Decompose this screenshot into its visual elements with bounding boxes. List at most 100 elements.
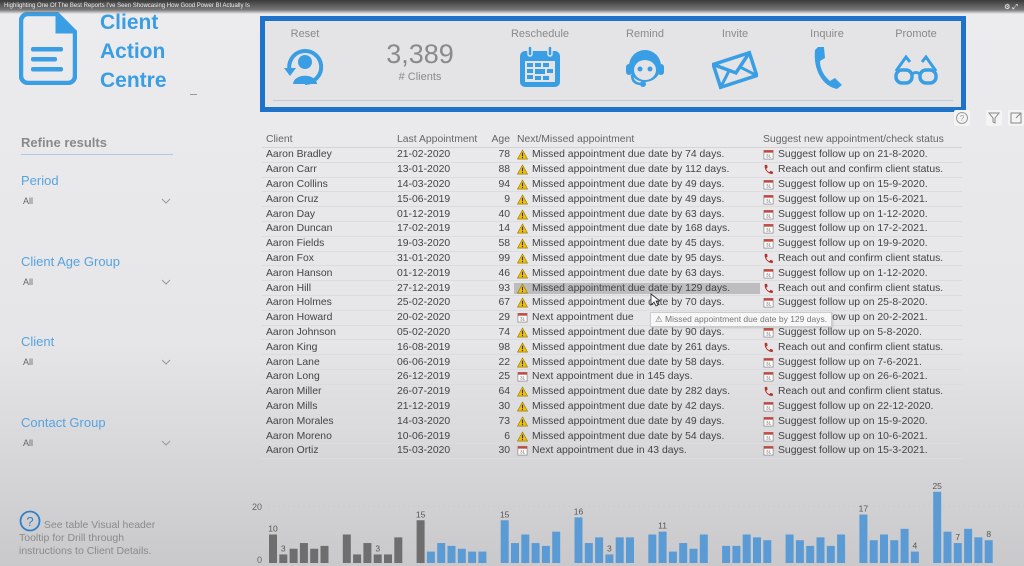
- cell-client[interactable]: Aaron Johnson: [262, 327, 395, 338]
- table-row[interactable]: Aaron Long 26-12-2019 25 31 Next appointment…: [262, 370, 962, 385]
- bar[interactable]: [279, 554, 288, 563]
- table-row[interactable]: Aaron Miller 26-07-2019 64 Missed appointme…: [262, 385, 962, 400]
- cell-client[interactable]: Aaron Bradley: [262, 149, 395, 160]
- cell-client[interactable]: Aaron Cruz: [262, 194, 395, 205]
- bar[interactable]: [826, 545, 835, 563]
- cell-suggest[interactable]: 31 Suggest follow up on 22-12-2020.: [760, 401, 960, 412]
- cell-client[interactable]: Aaron Fields: [262, 238, 395, 249]
- bar[interactable]: [269, 534, 277, 564]
- remind-button[interactable]: Remind: [605, 28, 685, 90]
- bar[interactable]: [668, 551, 677, 563]
- bar[interactable]: [363, 543, 372, 563]
- bar[interactable]: [974, 537, 983, 563]
- bar[interactable]: [615, 537, 624, 563]
- inquire-button[interactable]: Inquire: [787, 28, 867, 90]
- column-header-age[interactable]: Age: [477, 134, 514, 145]
- cell-suggest[interactable]: Reach out and confirm client status.: [760, 253, 960, 264]
- bar[interactable]: [933, 491, 942, 563]
- help-icon[interactable]: ?: [954, 110, 970, 126]
- bar[interactable]: [648, 534, 657, 564]
- bar[interactable]: [806, 545, 815, 563]
- cell-next-missed[interactable]: Missed appointment due date by 168 days.: [514, 223, 760, 234]
- cell-suggest[interactable]: Reach out and confirm client status.: [760, 342, 960, 353]
- cell-client[interactable]: Aaron Holmes: [262, 297, 395, 308]
- cell-client[interactable]: Aaron Hanson: [262, 268, 395, 279]
- cell-next-missed[interactable]: Missed appointment due date by 129 days.: [514, 282, 760, 294]
- cell-client[interactable]: Aaron Lane: [262, 357, 395, 368]
- table-row[interactable]: Aaron Lane 06-06-2019 22 Missed appointment…: [262, 355, 962, 370]
- cell-suggest[interactable]: 31 Suggest follow up on 15-9-2020.: [760, 179, 960, 190]
- cell-suggest[interactable]: Reach out and confirm client status.: [760, 386, 960, 397]
- bar[interactable]: [500, 520, 509, 563]
- bar[interactable]: [816, 537, 825, 563]
- cell-suggest[interactable]: 31 Suggest follow up on 15-9-2020.: [760, 416, 960, 427]
- cell-client[interactable]: Aaron Miller: [262, 386, 395, 397]
- client-dropdown[interactable]: All: [21, 357, 171, 367]
- bar[interactable]: [910, 551, 919, 563]
- cell-next-missed[interactable]: Missed appointment due date by 63 days.: [514, 268, 760, 279]
- bar[interactable]: [753, 537, 761, 563]
- bar[interactable]: [658, 531, 667, 563]
- bar[interactable]: [541, 545, 550, 563]
- cell-client[interactable]: Aaron Day: [262, 209, 395, 220]
- bar[interactable]: [880, 534, 888, 564]
- cell-client[interactable]: Aaron Ortiz: [262, 445, 395, 456]
- table-row[interactable]: Aaron Johnson 05-02-2020 74 Missed appointm…: [262, 326, 962, 341]
- bar[interactable]: [457, 548, 466, 563]
- bar[interactable]: [732, 545, 741, 563]
- bar[interactable]: [353, 554, 362, 563]
- column-header-suggest[interactable]: Suggest new appointment/check status: [760, 134, 960, 145]
- cell-next-missed[interactable]: Missed appointment due date by 95 days.: [514, 253, 760, 264]
- cell-next-missed[interactable]: Missed appointment due date by 42 days.: [514, 401, 760, 412]
- cell-next-missed[interactable]: Missed appointment due date by 49 days.: [514, 179, 760, 190]
- bar[interactable]: [595, 537, 604, 563]
- bar[interactable]: [859, 514, 868, 563]
- bar[interactable]: [447, 545, 456, 563]
- cell-client[interactable]: Aaron Moreno: [262, 431, 395, 442]
- contact-group-dropdown[interactable]: All: [21, 438, 171, 448]
- table-row[interactable]: Aaron King 16-08-2019 98 Missed appointment…: [262, 340, 962, 356]
- cell-next-missed[interactable]: Missed appointment due date by 282 days.: [514, 386, 760, 397]
- period-dropdown[interactable]: All: [21, 196, 171, 206]
- bar[interactable]: [837, 534, 846, 564]
- cell-suggest[interactable]: 31 Suggest follow up on 19-9-2020.: [760, 238, 960, 249]
- bar[interactable]: [679, 543, 688, 563]
- cell-suggest[interactable]: 31 Suggest follow up on 21-8-2020.: [760, 149, 960, 160]
- table-row[interactable]: Aaron Bradley 21-02-2020 78 Missed appointm…: [262, 148, 962, 163]
- table-row[interactable]: Aaron Mills 21-12-2019 30 Missed appointmen…: [262, 400, 962, 415]
- cell-client[interactable]: Aaron Duncan: [262, 223, 395, 234]
- cell-suggest[interactable]: 31 Suggest follow up on 1-12-2020.: [760, 268, 960, 279]
- cell-suggest[interactable]: 31 Suggest follow up on 25-8-2020.: [760, 297, 960, 308]
- bar[interactable]: [785, 534, 794, 564]
- cell-client[interactable]: Aaron King: [262, 342, 395, 353]
- cell-client[interactable]: Aaron Long: [262, 371, 395, 382]
- bar[interactable]: [722, 545, 731, 563]
- table-row[interactable]: Aaron Hanson 01-12-2019 46 Missed appointme…: [262, 266, 962, 282]
- table-row[interactable]: Aaron Howard 20-02-2020 29 31 Next appointme…: [262, 311, 962, 326]
- bar[interactable]: [763, 540, 772, 563]
- cell-next-missed[interactable]: Missed appointment due date by 112 days.: [514, 164, 760, 175]
- bar[interactable]: [699, 534, 708, 564]
- cell-next-missed[interactable]: Missed appointment due date by 74 days.: [514, 149, 760, 160]
- invite-button[interactable]: Invite: [695, 28, 775, 90]
- column-header-client[interactable]: Client: [262, 134, 395, 145]
- cell-client[interactable]: Aaron Fox: [262, 253, 395, 264]
- promote-button[interactable]: Promote: [876, 28, 956, 90]
- cell-client[interactable]: Aaron Morales: [262, 416, 395, 427]
- bar[interactable]: [890, 540, 899, 563]
- cell-next-missed[interactable]: Missed appointment due date by 70 days.: [514, 297, 760, 308]
- cell-suggest[interactable]: Reach out and confirm client status.: [760, 283, 960, 294]
- column-header-next-missed[interactable]: Next/Missed appointment: [514, 134, 760, 145]
- cell-next-missed[interactable]: Missed appointment due date by 49 days.: [514, 416, 760, 427]
- bar[interactable]: [605, 554, 614, 563]
- bar[interactable]: [626, 537, 634, 563]
- bar[interactable]: [373, 554, 382, 563]
- column-header-last-appointment[interactable]: Last Appointment: [395, 134, 477, 145]
- bar[interactable]: [900, 528, 909, 563]
- cell-next-missed[interactable]: 31 Next appointment due in 145 days.: [514, 371, 760, 382]
- cell-next-missed[interactable]: 31 Next appointment due in 43 days.: [514, 445, 760, 456]
- cell-next-missed[interactable]: Missed appointment due date by 261 days.: [514, 342, 760, 353]
- table-row[interactable]: Aaron Fox 31-01-2020 99 Missed appointment …: [262, 252, 962, 267]
- cell-suggest[interactable]: 31 Suggest follow up on 15-3-2021.: [760, 445, 960, 456]
- cell-suggest[interactable]: 31 Suggest follow up on 17-2-2021.: [760, 223, 960, 234]
